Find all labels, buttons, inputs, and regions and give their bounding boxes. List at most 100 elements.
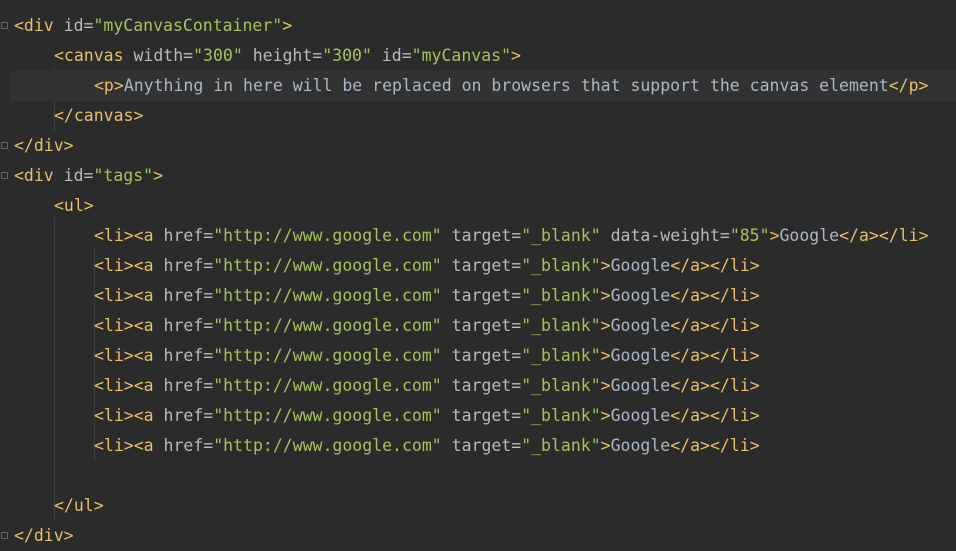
code-token: > bbox=[282, 16, 293, 35]
code-token: height= bbox=[242, 46, 323, 65]
code-token: Google bbox=[779, 226, 840, 245]
code-token: "_blank" bbox=[521, 346, 601, 365]
code-token: target= bbox=[441, 346, 522, 365]
code-token: </a></li> bbox=[670, 346, 760, 365]
code-token: "_blank" bbox=[521, 376, 601, 395]
code-token: Google bbox=[610, 316, 671, 335]
code-token: href= bbox=[163, 346, 214, 365]
code-token: target= bbox=[441, 406, 522, 425]
code-token: <canvas bbox=[54, 46, 134, 65]
code-token: > bbox=[600, 256, 611, 275]
code-line[interactable] bbox=[10, 461, 956, 491]
code-token: target= bbox=[441, 316, 522, 335]
code-token: </ul> bbox=[54, 496, 104, 515]
code-token: "_blank" bbox=[521, 226, 601, 245]
code-token: > bbox=[600, 346, 611, 365]
code-token: </p> bbox=[888, 76, 929, 95]
code-line[interactable]: </canvas> bbox=[10, 101, 956, 131]
code-token: > bbox=[511, 46, 521, 65]
code-token: </a></li> bbox=[670, 436, 760, 455]
code-token: <li><a bbox=[94, 376, 164, 395]
code-token: "300" bbox=[322, 46, 372, 65]
code-token: Google bbox=[610, 286, 671, 305]
code-token: </a></li> bbox=[670, 286, 760, 305]
code-line[interactable]: <li><a href="http://www.google.com" targ… bbox=[10, 431, 956, 461]
code-token: > bbox=[769, 226, 780, 245]
fold-gutter bbox=[0, 0, 10, 551]
code-line[interactable]: <ul> bbox=[10, 191, 956, 221]
code-line[interactable]: <li><a href="http://www.google.com" targ… bbox=[10, 371, 956, 401]
code-token: href= bbox=[163, 436, 214, 455]
code-line[interactable]: <li><a href="http://www.google.com" targ… bbox=[10, 341, 956, 371]
fold-marker-icon bbox=[1, 172, 8, 179]
code-token: Google bbox=[610, 406, 671, 425]
code-token: </canvas> bbox=[54, 106, 144, 125]
fold-marker-icon bbox=[1, 142, 8, 149]
code-line[interactable]: <li><a href="http://www.google.com" targ… bbox=[10, 251, 956, 281]
code-line[interactable]: <li><a href="http://www.google.com" targ… bbox=[10, 221, 956, 251]
code-token: </div> bbox=[14, 526, 74, 545]
code-token: > bbox=[600, 436, 611, 455]
code-line[interactable]: <li><a href="http://www.google.com" targ… bbox=[10, 281, 956, 311]
code-token: > bbox=[153, 166, 164, 185]
code-token: <li><a bbox=[94, 346, 164, 365]
code-token: </a></li> bbox=[670, 256, 760, 275]
code-token: "http://www.google.com" bbox=[213, 406, 442, 425]
code-token: > bbox=[600, 406, 611, 425]
code-line[interactable]: </ul> bbox=[10, 491, 956, 521]
code-token: target= bbox=[441, 256, 522, 275]
code-token: <li><a bbox=[94, 286, 164, 305]
code-line[interactable]: </div> bbox=[10, 521, 956, 551]
code-line[interactable]: <li><a href="http://www.google.com" targ… bbox=[10, 401, 956, 431]
code-token: target= bbox=[441, 226, 522, 245]
code-token: href= bbox=[163, 256, 214, 275]
code-token: "_blank" bbox=[521, 436, 601, 455]
code-token: Google bbox=[610, 346, 671, 365]
code-token: Google bbox=[610, 376, 671, 395]
code-token: "myCanvas" bbox=[411, 46, 512, 65]
code-token: href= bbox=[163, 316, 214, 335]
code-token: </a></li> bbox=[670, 406, 760, 425]
code-token: width= bbox=[133, 46, 194, 65]
code-token: "http://www.google.com" bbox=[213, 256, 442, 275]
code-token: "tags" bbox=[93, 166, 154, 185]
code-token: "http://www.google.com" bbox=[213, 436, 442, 455]
code-token: > bbox=[600, 316, 611, 335]
code-token: "_blank" bbox=[521, 316, 601, 335]
code-token: href= bbox=[163, 406, 214, 425]
code-token: </div> bbox=[14, 136, 74, 155]
code-token: "myCanvasContainer" bbox=[93, 16, 283, 35]
code-editor[interactable]: <div id="myCanvasContainer"> <canvas widt… bbox=[0, 0, 956, 551]
code-token: Anything in here will be replaced on bro… bbox=[123, 76, 889, 95]
code-token: <li><a bbox=[94, 436, 164, 455]
code-token: "http://www.google.com" bbox=[213, 226, 442, 245]
code-token: "_blank" bbox=[521, 406, 601, 425]
code-token: <li><a bbox=[94, 406, 164, 425]
code-token: <div bbox=[14, 16, 64, 35]
code-line[interactable]: <canvas width="300" height="300" id="myC… bbox=[10, 41, 956, 71]
code-line[interactable]: </div> bbox=[10, 131, 956, 161]
code-line[interactable]: <li><a href="http://www.google.com" targ… bbox=[10, 311, 956, 341]
code-token: "_blank" bbox=[521, 286, 601, 305]
code-line[interactable]: <p>Anything in here will be replaced on … bbox=[10, 71, 956, 101]
code-token: "http://www.google.com" bbox=[213, 346, 442, 365]
code-token: "_blank" bbox=[521, 256, 601, 275]
code-token: Google bbox=[610, 256, 671, 275]
code-line[interactable]: <div id="tags"> bbox=[10, 161, 956, 191]
code-line[interactable]: <div id="myCanvasContainer"> bbox=[10, 11, 956, 41]
code-token: "http://www.google.com" bbox=[213, 376, 442, 395]
fold-marker-icon bbox=[1, 532, 8, 539]
code-token: target= bbox=[441, 286, 522, 305]
fold-marker-icon bbox=[1, 22, 8, 29]
code-token: > bbox=[600, 286, 611, 305]
code-token: id= bbox=[63, 16, 94, 35]
code-token: target= bbox=[441, 436, 522, 455]
code-token: target= bbox=[441, 376, 522, 395]
code-token: <li><a bbox=[94, 226, 164, 245]
code-token: <li><a bbox=[94, 316, 164, 335]
code-token: </a></li> bbox=[670, 376, 760, 395]
code-token: <div bbox=[14, 166, 64, 185]
code-token: "300" bbox=[193, 46, 243, 65]
code-token: "85" bbox=[729, 226, 770, 245]
code-token: </a></li> bbox=[670, 316, 760, 335]
